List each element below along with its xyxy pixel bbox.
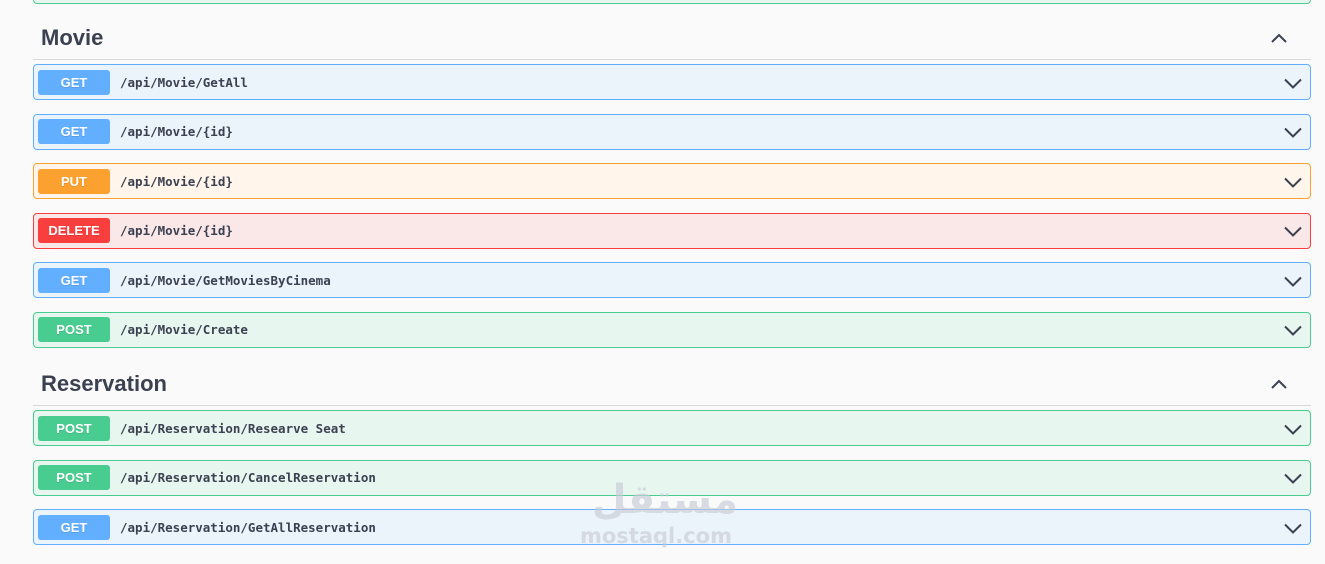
chevron-down-icon[interactable] [1282, 72, 1304, 94]
operation-get-movie-getall[interactable]: GET /api/Movie/GetAll [33, 64, 1311, 100]
operation-delete-movie-id[interactable]: DELETE /api/Movie/{id} [33, 212, 1311, 249]
chevron-down-icon[interactable] [1282, 320, 1304, 342]
method-badge: GET [38, 514, 110, 540]
section-movie: Movie GET /api/Movie/GetAll GET /api/Mov… [33, 16, 1311, 361]
operation-path: /api/Movie/{id} [120, 173, 233, 189]
operation-path: /api/Movie/Create [120, 322, 248, 337]
method-badge: POST [38, 317, 110, 342]
operation-path: /api/Reservation/GetAllReservation [120, 519, 376, 535]
swagger-page: Movie GET /api/Movie/GetAll GET /api/Mov… [0, 0, 1325, 564]
chevron-down-icon[interactable] [1282, 221, 1304, 243]
method-badge: GET [38, 119, 110, 144]
operation-path: /api/Movie/GetAll [120, 74, 248, 90]
section-header-reservation[interactable]: Reservation [33, 362, 1311, 406]
section-title: Reservation [41, 370, 167, 396]
method-badge: GET [38, 69, 110, 95]
operation-get-movies-by-cinema[interactable]: GET /api/Movie/GetMoviesByCinema [33, 262, 1311, 298]
operation-get-movie-id[interactable]: GET /api/Movie/{id} [33, 113, 1311, 150]
operation-get-all-reservation[interactable]: GET /api/Reservation/GetAllReservation [33, 509, 1311, 545]
chevron-down-icon[interactable] [1282, 468, 1304, 490]
operation-path: /api/Reservation/Researve Seat [120, 420, 346, 436]
operation-path: /api/Movie/{id} [120, 223, 233, 238]
section-title: Movie [41, 24, 104, 50]
operation-post-cancel-reservation[interactable]: POST /api/Reservation/CancelReservation [33, 459, 1311, 496]
operation-path: /api/Movie/GetMoviesByCinema [120, 272, 331, 288]
previous-operation-block[interactable] [33, 0, 1311, 4]
operation-put-movie-id[interactable]: PUT /api/Movie/{id} [33, 163, 1311, 199]
operation-path: /api/Movie/{id} [120, 124, 233, 139]
section-reservation: Reservation POST /api/Reservation/Resear… [33, 362, 1311, 559]
operation-post-reserve-seat[interactable]: POST /api/Reservation/Researve Seat [33, 410, 1311, 446]
chevron-down-icon[interactable] [1282, 122, 1304, 144]
chevron-down-icon[interactable] [1282, 171, 1304, 193]
method-badge: POST [38, 415, 110, 441]
operation-path: /api/Reservation/CancelReservation [120, 470, 376, 485]
chevron-up-icon[interactable] [1261, 20, 1297, 56]
chevron-down-icon[interactable] [1282, 270, 1304, 292]
method-badge: PUT [38, 168, 110, 194]
chevron-down-icon[interactable] [1282, 418, 1304, 440]
method-badge: DELETE [38, 218, 110, 243]
method-badge: GET [38, 267, 110, 293]
operation-post-movie-create[interactable]: POST /api/Movie/Create [33, 311, 1311, 348]
method-badge: POST [38, 465, 110, 490]
chevron-up-icon[interactable] [1261, 366, 1297, 402]
chevron-down-icon[interactable] [1282, 517, 1304, 539]
section-header-movie[interactable]: Movie [33, 16, 1311, 60]
